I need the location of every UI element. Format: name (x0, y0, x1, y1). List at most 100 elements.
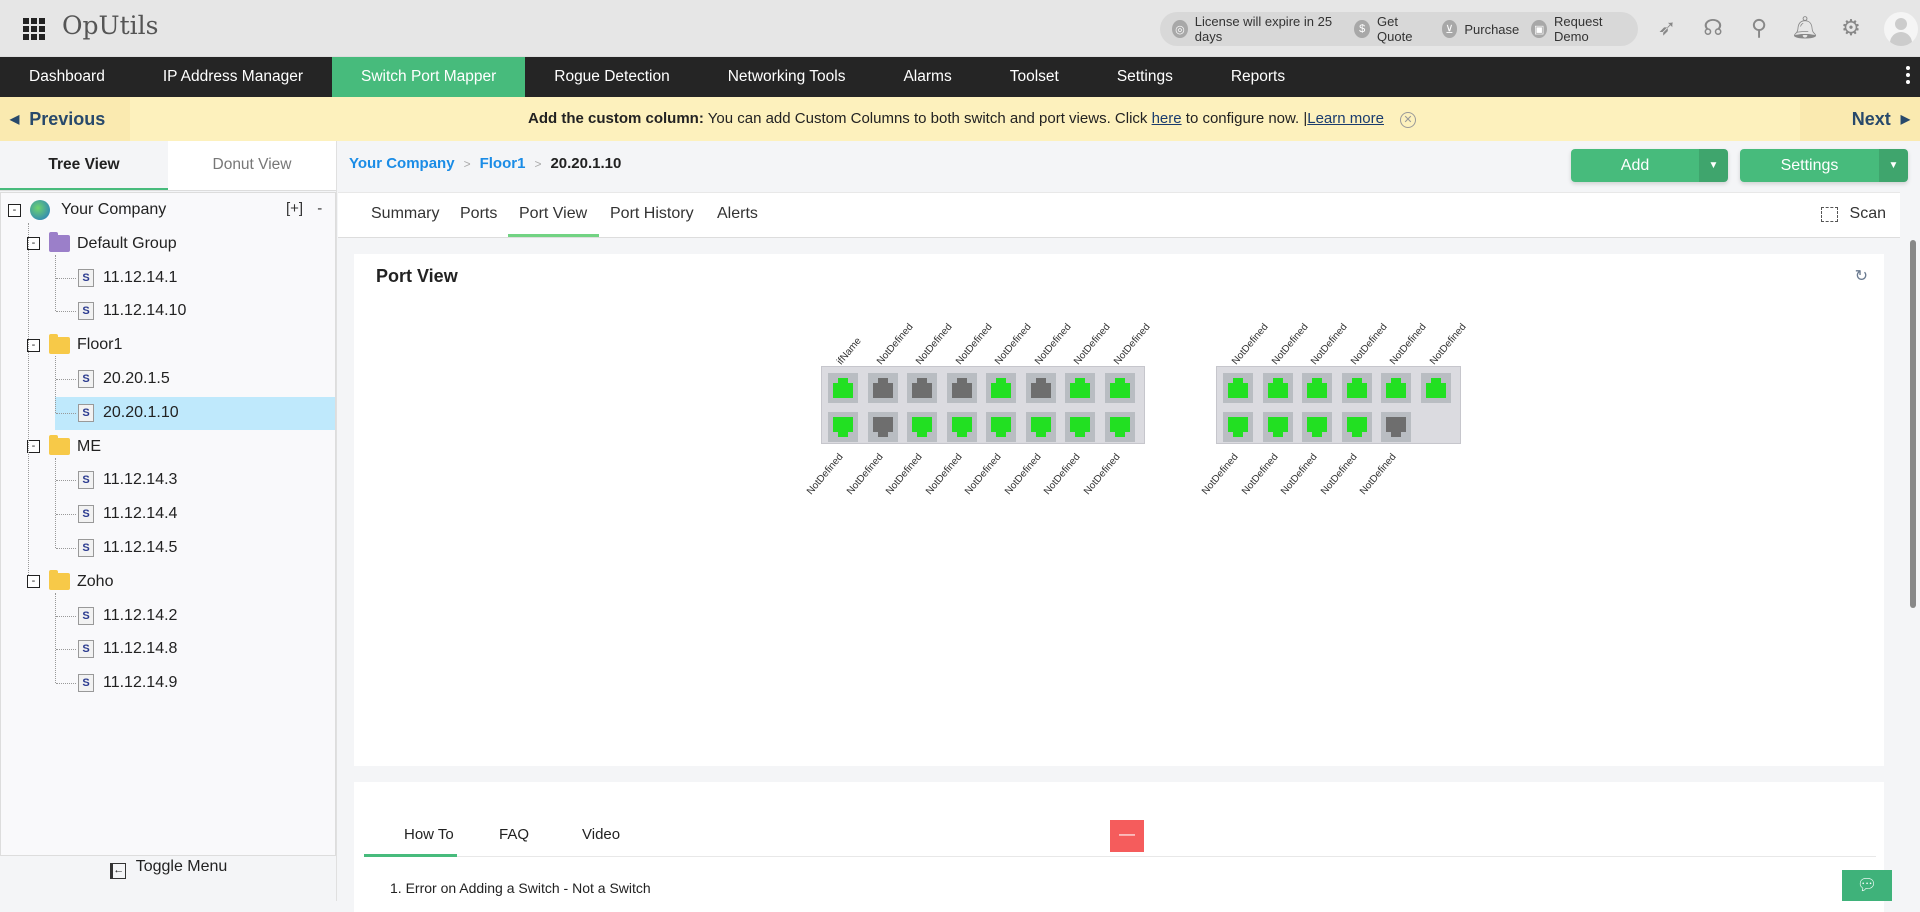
tree-group-floor1[interactable]: - Floor1 (27, 330, 122, 360)
port-up[interactable] (907, 412, 937, 442)
minimize-help-button[interactable]: — (1110, 820, 1144, 852)
tab-tree-view[interactable]: Tree View (0, 141, 168, 190)
tree-leaf[interactable]: S 11.12.14.1 (78, 263, 177, 293)
tree-leaf[interactable]: S 11.12.14.8 (78, 634, 177, 664)
port-up[interactable] (1302, 373, 1332, 403)
configure-here-link[interactable]: here (1152, 110, 1182, 127)
nav-dashboard[interactable]: Dashboard (0, 57, 134, 97)
help-tab-how-to[interactable]: How To (404, 826, 454, 843)
port-up[interactable] (946, 412, 977, 442)
tree-group-default-group[interactable]: - Default Group (27, 229, 177, 259)
next-button[interactable]: Next ▶ (1800, 97, 1920, 141)
port-down[interactable] (1025, 373, 1056, 403)
nav-switch-port-mapper[interactable]: Switch Port Mapper (332, 57, 526, 97)
port-up[interactable] (986, 412, 1016, 442)
port-down[interactable] (946, 373, 977, 403)
avatar[interactable] (1884, 12, 1918, 46)
rocket-icon[interactable]: ➶ (1655, 14, 1679, 42)
help-item[interactable]: 1. Error on Adding a Switch - Not a Swit… (390, 880, 651, 896)
learn-more-link[interactable]: Learn more (1307, 110, 1384, 127)
port-up[interactable] (1223, 373, 1253, 403)
nav-ip-address-manager[interactable]: IP Address Manager (134, 57, 332, 97)
more-menu-icon[interactable] (1906, 66, 1910, 86)
collapse-all-button[interactable]: - (317, 200, 322, 217)
tab-alerts[interactable]: Alerts (717, 205, 758, 223)
panel-title: Port View (376, 266, 458, 286)
apps-grid-icon[interactable] (23, 18, 45, 40)
tree-leaf[interactable]: S 11.12.14.4 (78, 499, 177, 529)
tree-leaf[interactable]: S 11.12.14.10 (78, 296, 186, 326)
port-down[interactable] (867, 373, 898, 403)
request-demo-link[interactable]: Request Demo (1554, 14, 1630, 44)
port-down[interactable] (1381, 412, 1411, 442)
scan-button[interactable]: Scan (1820, 205, 1886, 223)
tree-leaf[interactable]: S 20.20.1.5 (78, 364, 170, 394)
port-up[interactable] (1104, 373, 1135, 403)
add-split-button: Add ▼ (1571, 149, 1728, 182)
breadcrumb-your-company[interactable]: Your Company (349, 155, 455, 172)
help-tab-video[interactable]: Video (582, 826, 620, 843)
port-up[interactable] (1381, 373, 1411, 403)
settings-dropdown-toggle[interactable]: ▼ (1879, 149, 1908, 182)
port-up[interactable] (1341, 373, 1372, 403)
port-up[interactable] (1302, 412, 1332, 442)
port-up[interactable] (1341, 412, 1372, 442)
gear-icon[interactable]: ⚙ (1839, 14, 1863, 42)
tab-port-view[interactable]: Port View (519, 205, 587, 223)
nav-reports[interactable]: Reports (1202, 57, 1314, 97)
port-up[interactable] (828, 412, 858, 442)
port-up[interactable] (986, 373, 1016, 403)
collapse-toggle[interactable]: - (27, 575, 40, 589)
nav-toolset[interactable]: Toolset (981, 57, 1088, 97)
tab-ports[interactable]: Ports (460, 205, 497, 223)
switch-icon: S (78, 674, 94, 693)
tree-group-zoho[interactable]: - Zoho (27, 567, 113, 597)
port-up[interactable] (828, 373, 858, 403)
vertical-scrollbar[interactable] (1910, 240, 1916, 608)
toggle-menu-button[interactable]: ← Toggle Menu (0, 858, 337, 879)
ethernet-port-icon (1346, 378, 1367, 398)
license-expiry[interactable]: License will expire in 25 days (1195, 14, 1343, 44)
port-up[interactable] (1262, 373, 1293, 403)
close-icon[interactable]: ✕ (1399, 112, 1416, 128)
port-up[interactable] (1223, 412, 1253, 442)
tree-leaf[interactable]: S 11.12.14.3 (78, 465, 177, 495)
collapse-toggle[interactable]: - (8, 203, 21, 217)
help-tab-faq[interactable]: FAQ (499, 826, 529, 843)
tree-group-me[interactable]: - ME (27, 432, 101, 462)
tab-summary[interactable]: Summary (371, 205, 439, 223)
previous-button[interactable]: ◀ Previous (0, 97, 130, 141)
tab-donut-view[interactable]: Donut View (168, 141, 336, 190)
expand-all-button[interactable]: [+] (286, 200, 303, 217)
search-icon[interactable]: ⚲ (1747, 14, 1771, 42)
port-up[interactable] (1025, 412, 1056, 442)
nav-rogue-detection[interactable]: Rogue Detection (525, 57, 698, 97)
settings-button[interactable]: Settings (1740, 149, 1879, 182)
add-button[interactable]: Add (1571, 149, 1699, 182)
add-dropdown-toggle[interactable]: ▼ (1699, 149, 1728, 182)
port-up[interactable] (1065, 373, 1095, 403)
breadcrumb-floor1[interactable]: Floor1 (480, 155, 526, 172)
tree-leaf[interactable]: S 11.12.14.9 (78, 668, 177, 698)
tree-leaf[interactable]: S 11.12.14.2 (78, 601, 177, 631)
port-up[interactable] (1104, 412, 1135, 442)
port-up[interactable] (1262, 412, 1293, 442)
port-down[interactable] (867, 412, 898, 442)
port-up[interactable] (1065, 412, 1095, 442)
ethernet-port-icon (1267, 378, 1288, 398)
port-down[interactable] (907, 373, 937, 403)
nav-networking-tools[interactable]: Networking Tools (699, 57, 875, 97)
nav-settings[interactable]: Settings (1088, 57, 1202, 97)
nav-alarms[interactable]: Alarms (874, 57, 980, 97)
purchase-link[interactable]: Purchase (1464, 22, 1519, 37)
get-quote-link[interactable]: Get Quote (1377, 14, 1430, 44)
headset-icon[interactable]: ☊ (1701, 14, 1725, 42)
tree-leaf[interactable]: S 20.20.1.10 (78, 398, 179, 428)
port-up[interactable] (1420, 373, 1451, 403)
tree-leaf[interactable]: S 11.12.14.5 (78, 533, 177, 563)
chat-button[interactable]: 💬︎ (1842, 870, 1892, 901)
refresh-icon[interactable]: ↻ (1855, 266, 1868, 286)
bell-icon[interactable]: 🔔︎ (1791, 14, 1819, 42)
tree-root[interactable]: - Your Company (8, 195, 166, 225)
tab-port-history[interactable]: Port History (610, 205, 694, 223)
